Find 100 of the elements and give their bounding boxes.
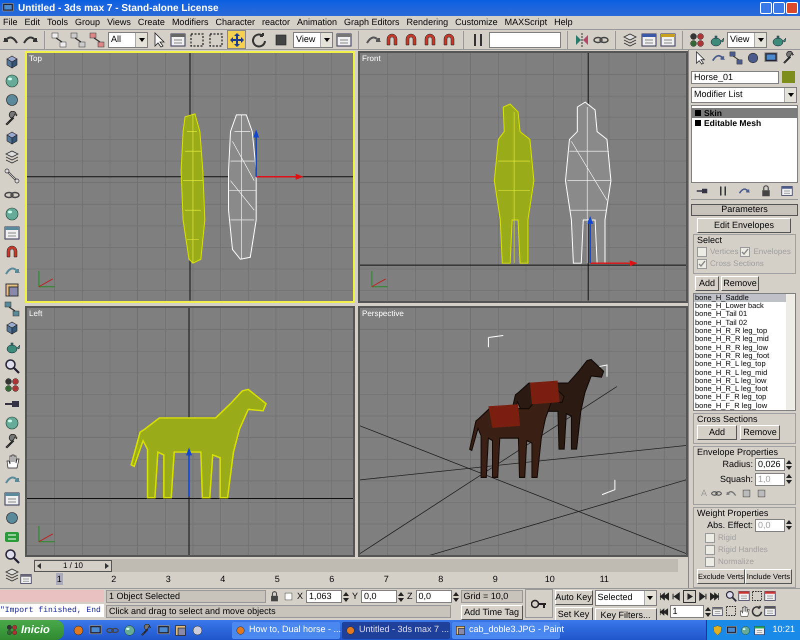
material-editor-icon[interactable] <box>689 32 705 48</box>
modifier-item[interactable]: Editable Mesh <box>692 118 797 128</box>
zoom-icon[interactable] <box>724 590 737 602</box>
menu-item[interactable]: Animation <box>296 16 338 30</box>
restore-button[interactable] <box>773 2 785 14</box>
layers-icon[interactable] <box>4 149 20 165</box>
menu-item[interactable]: Character <box>215 16 255 30</box>
zoom-extents-icon[interactable] <box>750 590 763 602</box>
menu-item[interactable]: MAXScript <box>504 16 548 30</box>
menu-item[interactable]: Edit <box>24 16 40 30</box>
copy-icon[interactable] <box>741 488 752 500</box>
magnet-icon[interactable] <box>4 244 20 260</box>
viewport-label[interactable]: Left <box>29 308 42 320</box>
ball-icon[interactable] <box>4 206 20 222</box>
cube-icon[interactable] <box>4 54 20 70</box>
utilities-tab-icon[interactable] <box>782 51 796 66</box>
absolute-mode-icon[interactable] <box>283 591 294 602</box>
transform-gizmo[interactable] <box>587 216 638 266</box>
modifier-list-dropdown[interactable]: Modifier List <box>691 86 797 103</box>
viewport-label[interactable]: Top <box>29 53 42 65</box>
rectangle-selection-icon[interactable] <box>189 32 205 48</box>
y-coordinate-field[interactable]: 0,0 <box>361 590 398 603</box>
named-selection-field[interactable] <box>489 32 561 48</box>
remove-modifier-icon[interactable] <box>760 184 772 197</box>
globe-icon[interactable] <box>4 415 20 431</box>
app-icon[interactable] <box>345 624 356 636</box>
hand-icon[interactable] <box>4 453 20 469</box>
viewport[interactable]: Front <box>358 51 688 302</box>
close-button[interactable] <box>786 2 798 14</box>
pivot-icon[interactable] <box>336 32 352 48</box>
add-cross-section-button[interactable]: Add <box>697 425 737 440</box>
x-coordinate-field[interactable]: 1,063 <box>306 590 342 603</box>
chat-icon[interactable] <box>191 624 204 636</box>
select-by-name-icon[interactable] <box>170 32 186 48</box>
go-to-start-icon[interactable] <box>658 591 670 602</box>
maximize-viewport-icon[interactable] <box>764 604 776 616</box>
scrollbar[interactable] <box>786 294 795 410</box>
rollout-header[interactable]: Parameters <box>691 204 798 216</box>
viewport[interactable]: Left <box>25 306 355 557</box>
edit-envelopes-button[interactable]: Edit Envelopes <box>697 218 791 233</box>
hierarchy-tab-icon[interactable] <box>728 51 743 66</box>
block-icon[interactable] <box>4 320 20 336</box>
key-mode-dropdown[interactable]: Selected <box>594 590 657 606</box>
menu-item[interactable]: Create <box>138 16 165 30</box>
taskbar-button[interactable]: Untitled - 3ds max 7 ... <box>342 622 450 638</box>
object-color-swatch[interactable] <box>782 71 795 84</box>
box-icon[interactable] <box>4 130 20 146</box>
window-selection-icon[interactable] <box>208 32 224 48</box>
disc-icon[interactable] <box>4 510 20 526</box>
globe-icon[interactable] <box>123 624 136 636</box>
paint-icon[interactable] <box>174 624 187 636</box>
zoom-all-icon[interactable] <box>738 590 750 602</box>
snap-icon[interactable] <box>384 32 400 48</box>
current-frame-field[interactable]: 1 <box>670 605 704 618</box>
wrench-icon[interactable] <box>4 111 20 127</box>
next-frame-icon[interactable] <box>696 591 708 602</box>
add-time-tag-button[interactable]: Add Time Tag <box>460 605 523 620</box>
bind-icon[interactable] <box>89 32 105 48</box>
lock-icon[interactable] <box>269 591 280 602</box>
tool-icon[interactable] <box>4 434 20 450</box>
remove-cross-section-button[interactable]: Remove <box>740 425 780 440</box>
browser-icon[interactable] <box>72 624 85 636</box>
swatch-icon[interactable] <box>4 282 20 298</box>
object-name-field[interactable]: Horse_01 <box>691 70 779 84</box>
bone-icon[interactable] <box>4 168 20 184</box>
percent-snap-icon[interactable] <box>422 32 438 48</box>
dots-icon[interactable] <box>4 377 20 393</box>
render-type-dropdown[interactable]: View <box>727 32 767 48</box>
z-coordinate-field[interactable]: 0,0 <box>416 590 452 603</box>
create-tab-icon[interactable] <box>693 51 707 66</box>
app-logo-icon[interactable] <box>2 2 14 14</box>
reference-coordinate-dropdown[interactable]: View <box>293 32 333 48</box>
stack-icon[interactable] <box>4 567 20 583</box>
viewport[interactable]: Perspective <box>358 306 688 557</box>
link-icon[interactable] <box>51 32 67 48</box>
previous-frame-icon[interactable] <box>670 591 682 602</box>
angle-snap-icon[interactable] <box>403 32 419 48</box>
menu-item[interactable]: Modifiers <box>172 16 208 30</box>
menu-item[interactable]: reactor <box>262 16 290 30</box>
link-icon[interactable] <box>4 301 20 317</box>
menu-item[interactable]: Rendering <box>406 16 448 30</box>
add-bone-button[interactable]: Add <box>695 276 719 291</box>
grid-icon[interactable] <box>4 225 20 241</box>
paste-icon[interactable] <box>756 488 768 500</box>
unlink-icon[interactable] <box>70 32 86 48</box>
flag-icon[interactable] <box>4 529 20 545</box>
media-icon[interactable] <box>89 624 102 636</box>
minimize-button[interactable] <box>760 2 772 14</box>
menu-item[interactable]: Tools <box>47 16 68 30</box>
menu-item[interactable]: Graph Editors <box>344 16 400 30</box>
maxscript-input[interactable] <box>0 590 104 602</box>
orbit-icon[interactable] <box>750 604 763 616</box>
auto-key-button[interactable]: Auto Key <box>554 590 593 605</box>
menu-item[interactable]: File <box>3 16 18 30</box>
selection-filter-dropdown[interactable]: All <box>108 32 148 48</box>
remove-bone-button[interactable]: Remove <box>721 276 759 291</box>
curve-editor-icon[interactable] <box>641 32 657 48</box>
app-icon[interactable] <box>455 624 466 636</box>
spinner-snap-icon[interactable] <box>441 32 457 48</box>
app-icon[interactable] <box>754 624 766 636</box>
